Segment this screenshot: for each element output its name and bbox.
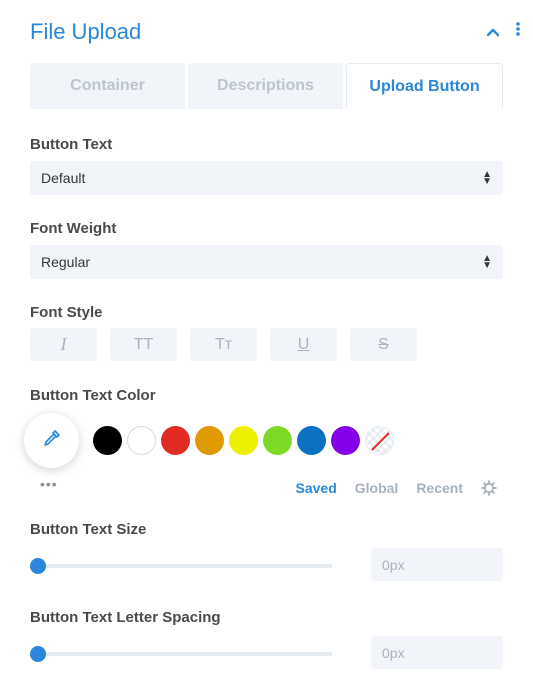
color-swatch[interactable] xyxy=(161,426,190,455)
font-style-buttons: I TT Tт U S xyxy=(30,328,417,361)
small-caps-button[interactable]: Tт xyxy=(190,328,257,361)
module-title: File Upload xyxy=(30,19,142,44)
underline-icon: U xyxy=(297,335,310,353)
strikethrough-icon: S xyxy=(378,335,389,353)
italic-icon: I xyxy=(60,334,67,354)
tab-upload-button[interactable]: Upload Button xyxy=(346,63,503,109)
tab-saved-colors[interactable]: Saved xyxy=(296,480,337,496)
color-swatches xyxy=(93,426,394,455)
color-picker-button[interactable] xyxy=(24,413,79,468)
select-arrows-icon: ▲ ▼ xyxy=(482,169,492,187)
underline-button[interactable]: U xyxy=(270,328,337,361)
color-palette-tabs: Saved Global Recent xyxy=(296,480,498,496)
tab-descriptions[interactable]: Descriptions xyxy=(188,63,343,109)
letter-spacing-input[interactable] xyxy=(371,636,503,669)
button-text-value: Default xyxy=(41,170,86,186)
letter-spacing-label: Button Text Letter Spacing xyxy=(30,609,221,626)
color-swatch[interactable] xyxy=(297,426,326,455)
font-weight-select[interactable]: Regular ▲ ▼ xyxy=(30,245,503,279)
font-weight-value: Regular xyxy=(41,254,91,270)
kebab-menu-icon[interactable] xyxy=(515,20,521,42)
more-dots-icon[interactable]: ••• xyxy=(40,476,58,492)
tab-global-colors[interactable]: Global xyxy=(355,480,399,496)
button-text-label: Button Text xyxy=(30,136,113,153)
color-swatch[interactable] xyxy=(263,426,292,455)
settings-tabs: Container Descriptions Upload Button xyxy=(30,63,503,109)
small-caps-icon: Tт xyxy=(214,335,233,353)
slider-thumb[interactable] xyxy=(30,646,46,662)
letter-spacing-slider[interactable] xyxy=(30,646,332,662)
color-swatch[interactable] xyxy=(195,426,224,455)
eyedropper-icon xyxy=(42,428,62,453)
color-swatch[interactable] xyxy=(331,426,360,455)
tab-container[interactable]: Container xyxy=(30,63,185,109)
button-text-select[interactable]: Default ▲ ▼ xyxy=(30,161,503,195)
tab-recent-colors[interactable]: Recent xyxy=(416,480,463,496)
chevron-up-icon[interactable] xyxy=(486,20,500,42)
gear-icon[interactable] xyxy=(481,480,497,496)
strikethrough-button[interactable]: S xyxy=(350,328,417,361)
color-swatch[interactable] xyxy=(127,426,156,455)
select-arrows-icon: ▲ ▼ xyxy=(482,253,492,271)
text-size-label: Button Text Size xyxy=(30,521,147,538)
color-swatch[interactable] xyxy=(229,426,258,455)
uppercase-button[interactable]: TT xyxy=(110,328,177,361)
slider-thumb[interactable] xyxy=(30,558,46,574)
italic-button[interactable]: I xyxy=(30,328,97,361)
text-size-slider[interactable] xyxy=(30,558,332,574)
font-weight-label: Font Weight xyxy=(30,220,117,237)
text-color-label: Button Text Color xyxy=(30,387,156,404)
color-swatch-none[interactable] xyxy=(365,426,394,455)
font-style-label: Font Style xyxy=(30,304,103,321)
uppercase-icon: TT xyxy=(133,335,154,353)
text-size-input[interactable] xyxy=(371,548,503,581)
color-swatch[interactable] xyxy=(93,426,122,455)
